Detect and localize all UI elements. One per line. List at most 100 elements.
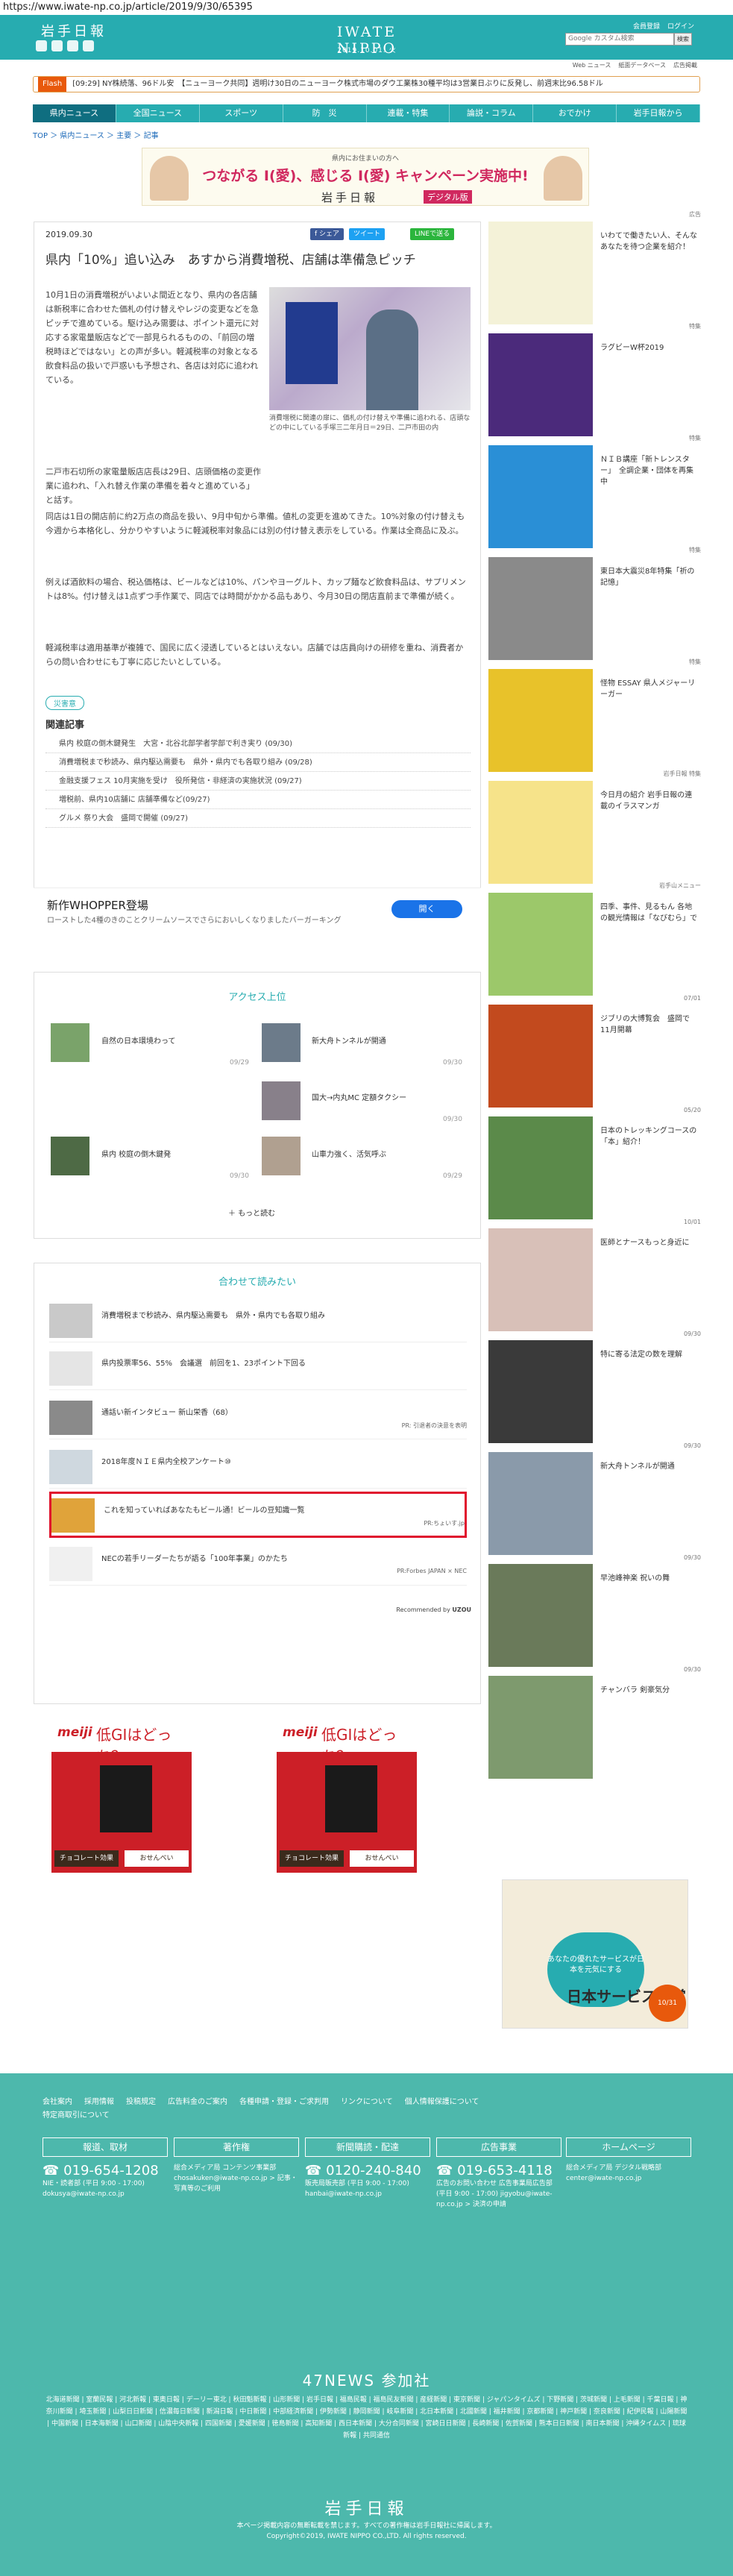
footer-tel[interactable]: ☎ 019-653-4118 — [436, 2163, 561, 2178]
search-button[interactable]: 検索 — [674, 33, 692, 45]
footer-col-heading[interactable]: ホームページ — [566, 2137, 691, 2157]
campaign-banner[interactable]: 県内にお住まいの方へ つながる I(愛)、感じる I(愛) キャンペーン実施中!… — [142, 148, 589, 206]
access-thumb[interactable] — [262, 1023, 301, 1062]
service-award-ad[interactable]: あなたの優れたサービスが日本を元気にする 日本サービス大賞 10/31 — [502, 1879, 688, 2029]
breadcrumb[interactable]: TOP ＞ 県内ニュース ＞ 主要 ＞ 記事 — [33, 129, 159, 140]
login-link[interactable]: ログイン — [667, 21, 694, 31]
sub-nav-item[interactable]: Web ニュース — [573, 61, 611, 69]
access-date: 09/30 — [443, 1059, 462, 1066]
nav-columns[interactable]: 論説・コラム — [450, 104, 534, 122]
article-tag[interactable]: 災害意 — [45, 696, 84, 710]
article-photo[interactable] — [269, 287, 471, 410]
47news-heading[interactable]: 47NEWS 参加社 — [0, 2369, 733, 2390]
footer-link[interactable]: 個人情報保護について — [405, 2098, 479, 2106]
footer-col-subscription: 新聞購読・配達 ☎ 0120-240-840 販売局販売部 (平日 9:00 - 1… — [305, 2137, 430, 2199]
access-thumb[interactable] — [51, 1137, 89, 1175]
register-link[interactable]: 会員登録 — [633, 21, 660, 31]
footer-col-heading[interactable]: 広告事業 — [436, 2137, 561, 2157]
sidebar-title: 日本のトレッキングコースの「本」紹介！ — [600, 1127, 697, 1146]
related-item[interactable]: 増税前、県内10店舗に 店舗準備など(09/27) — [45, 791, 471, 809]
instagram-icon[interactable] — [83, 40, 94, 51]
footer-logo[interactable]: 岩手日報 — [0, 2495, 733, 2519]
recommend-item[interactable]: 県内投票率56、55% 会議選 前回を1、23ポイント下回る — [49, 1347, 467, 1390]
recommend-item[interactable]: 2018年度ＮＩＥ県内全校アンケート⑩ — [49, 1445, 467, 1489]
article-panel: 2019.09.30 f シェア ツイート LINEで送る 県内「10%」追い込… — [34, 222, 481, 930]
access-thumb[interactable] — [51, 1023, 89, 1062]
footer-link[interactable]: 投稿規定 — [126, 2098, 156, 2106]
nav-sports[interactable]: スポーツ — [200, 104, 283, 122]
sub-nav-item[interactable]: 広告掲載 — [673, 61, 697, 69]
related-item[interactable]: グルメ 祭り大会 盛岡で開催 (09/27) — [45, 809, 471, 828]
more-link[interactable]: ＋ もっと読む — [228, 1207, 275, 1218]
flash-news-ticker[interactable]: Flash [09:29] NY株続落、96ドル安 【ニューヨーク共同】週明け30… — [33, 76, 700, 92]
flash-text: [09:29] NY株続落、96ドル安 【ニューヨーク共同】週明け30日のニュー… — [72, 80, 603, 88]
nav-disaster[interactable]: 防 災 — [283, 104, 367, 122]
recommend-thumb — [49, 1351, 92, 1386]
access-thumb[interactable] — [262, 1137, 301, 1175]
access-title[interactable]: 県内 校庭の倒木鍵発 — [101, 1150, 171, 1160]
access-thumb[interactable] — [262, 1081, 301, 1120]
recommend-item[interactable]: 消費増税まで秒読み、県内駆込需要も 県外・県内でも各取り組み — [49, 1299, 467, 1342]
sidebar-thumb — [488, 893, 593, 996]
footer-col-heading[interactable]: 報道、取材 — [43, 2137, 168, 2157]
footer-link[interactable]: 広告料金のご案内 — [168, 2098, 227, 2106]
access-title[interactable]: 自然の日本環境わって — [101, 1037, 176, 1047]
footer-col-heading[interactable]: 著作権 — [174, 2137, 299, 2157]
footer-link[interactable]: 各種申請・登録・ご求判用 — [239, 2098, 329, 2106]
related-item[interactable]: 県内 校庭の倒木鍵発生 大宮・北谷北部学者学部で利き実り (09/30) — [45, 735, 471, 753]
related-item[interactable]: 金融支援フェス 10月実施を受け 役所発信・非経済の実施状況 (09/27) — [45, 772, 471, 791]
sidebar-label: 07/01 — [683, 995, 701, 1002]
tweet-button[interactable]: ツイート — [349, 228, 386, 240]
sub-nav-item[interactable]: 紙面データベース — [618, 61, 666, 69]
access-title[interactable]: 新大舟トンネルが開通 — [312, 1037, 386, 1047]
recommend-item-highlighted[interactable]: これを知っていればあなたもビール通！ビールの豆知識一覧 PR:ちょいす.jp — [49, 1492, 467, 1538]
recommend-title: 通話い新インタビュー 新山栄香（68） — [101, 1409, 233, 1417]
access-heading: アクセス上位 — [228, 992, 286, 1003]
access-title[interactable]: 山車力強く、活気呼ぶ — [312, 1150, 386, 1160]
nav-national-news[interactable]: 全国ニュース — [116, 104, 200, 122]
nav-features[interactable]: 連載・特集 — [367, 104, 450, 122]
twitter-icon[interactable] — [36, 40, 47, 51]
nav-from-iwate-nippo[interactable]: 岩手日報から — [617, 104, 700, 122]
related-heading: 関連記事 — [45, 720, 85, 731]
chocolate-image — [325, 1765, 377, 1832]
youtube-icon[interactable] — [67, 40, 78, 51]
facebook-icon[interactable] — [51, 40, 63, 51]
footer-link[interactable]: 採用情報 — [84, 2098, 114, 2106]
search-input[interactable]: Google カスタム検索 — [565, 33, 674, 45]
beer-thumb — [51, 1498, 95, 1533]
recommend-title: 2018年度ＮＩＥ県内全校アンケート⑩ — [101, 1458, 232, 1466]
related-item[interactable]: 消費増税まで秒読み、県内駆込需要も 県外・県内でも各取り組み (09/28) — [45, 753, 471, 772]
footer-link[interactable]: 会社案内 — [43, 2098, 72, 2106]
recommend-item[interactable]: NECの若手リーダーたちが語る「100年事業」のかたち PR:Forbes JA… — [49, 1542, 467, 1586]
footer-link[interactable]: リンクについて — [341, 2098, 393, 2106]
line-share-button[interactable]: LINEで送る — [410, 228, 455, 240]
site-logo[interactable]: 岩手日報 — [41, 21, 107, 40]
article-paragraph: 例えば酒飲料の場合、税込価格は、ビールなどは10%、パンやヨーグルト、カップ麺な… — [45, 577, 466, 601]
photo-display-shelf — [286, 302, 338, 384]
ad-banner[interactable]: 新作WHOPPER登場 ローストした4種のきのことクリームソースでさらにおいしく… — [34, 888, 481, 930]
meiji-ad-left[interactable]: meiji 低GIはどっち？ チョコレート効果 おせんべい — [51, 1717, 192, 1873]
nav-outing[interactable]: おでかけ — [533, 104, 617, 122]
footer-tel[interactable]: ☎ 019-654-1208 — [43, 2163, 168, 2178]
article-paragraph: 軽減税率は適用基準が複雑で、国民に広く浸透しているとはいえない。店舗では店員向け… — [45, 643, 464, 667]
ad-open-button[interactable]: 開く — [391, 900, 462, 918]
sidebar: いわてで働きたい人、そんなあなたを待つ企業を紹介！ 広告 ラグビーW杯2019 特集… — [488, 211, 701, 1862]
access-title[interactable]: 国大→内丸MC 定額タクシー — [312, 1093, 406, 1104]
recommend-item[interactable]: 通話い新インタビュー 新山栄香（68） PR: 引退者の決意を表明 — [49, 1396, 467, 1439]
sidebar-thumb — [488, 1340, 593, 1443]
sns-links — [36, 40, 94, 51]
footer-tel[interactable]: ☎ 0120-240-840 — [305, 2163, 430, 2178]
footer-link[interactable]: 特定商取引について — [43, 2111, 110, 2120]
47news-member-list[interactable]: 北海道新聞 | 室蘭民報 | 河北新報 | 東奥日報 | デーリー東北 | 秋田… — [45, 2394, 688, 2442]
sidebar-thumb — [488, 781, 593, 884]
powered-by[interactable]: Recommended by UZOU — [396, 1606, 471, 1613]
facebook-share-button[interactable]: f シェア — [310, 228, 345, 240]
footer-col-heading[interactable]: 新聞購読・配達 — [305, 2137, 430, 2157]
url-bar[interactable]: https://www.iwate-np.co.jp/article/2019/… — [0, 0, 733, 15]
recommend-pr: PR:ちょいす.jp — [424, 1520, 465, 1527]
nav-local-news[interactable]: 県内ニュース — [33, 104, 116, 122]
related-list: 県内 校庭の倒木鍵発生 大宮・北谷北部学者学部で利き実り (09/30) 消費増… — [45, 735, 471, 828]
sidebar-label: 広告 — [689, 211, 701, 218]
meiji-ad-right[interactable]: meiji 低GIはどっち？ チョコレート効果 おせんべい — [276, 1717, 418, 1873]
